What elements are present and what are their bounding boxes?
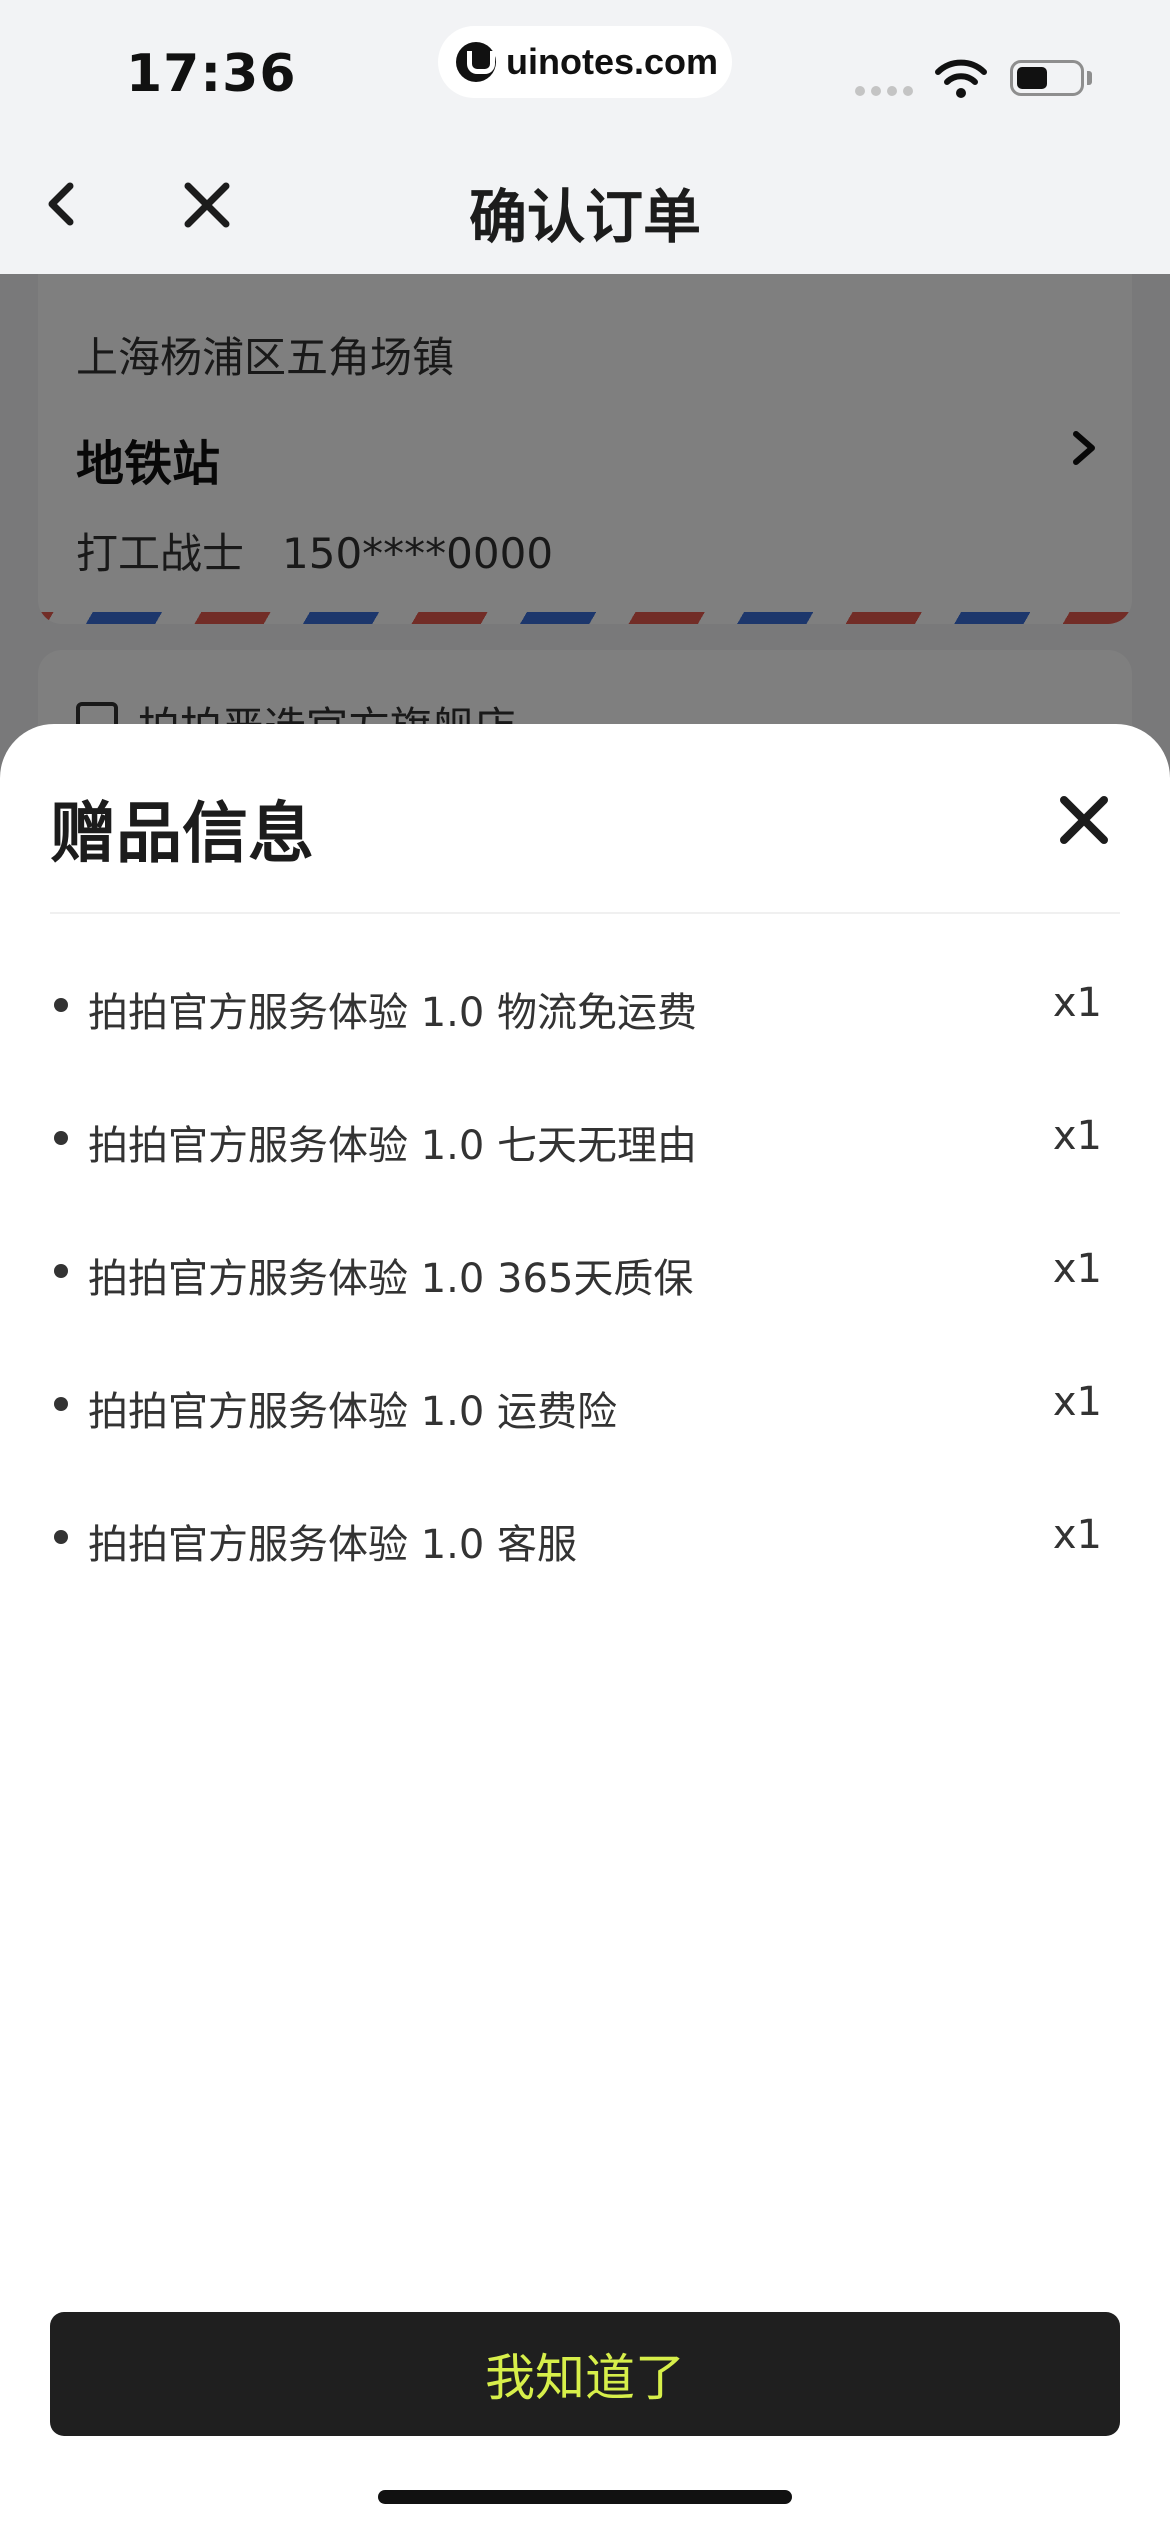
home-indicator[interactable] [378, 2490, 792, 2504]
bullet-icon [54, 1397, 68, 1411]
gift-item: 拍拍官方服务体验 1.0 客服 x1 [50, 1500, 1102, 1633]
sheet-title: 赠品信息 [50, 795, 314, 872]
close-icon[interactable] [1058, 794, 1110, 846]
watermark-text: uinotes.com [506, 41, 719, 82]
gift-quantity: x1 [1052, 1379, 1102, 1425]
wifi-icon [935, 59, 987, 98]
gift-name: 拍拍官方服务体验 1.0 运费险 [88, 1389, 618, 1435]
gift-name: 拍拍官方服务体验 1.0 365天质保 [88, 1256, 694, 1302]
gift-item: 拍拍官方服务体验 1.0 物流免运费 x1 [50, 968, 1102, 1101]
battery-cap [1087, 71, 1092, 85]
bullet-icon [54, 1264, 68, 1278]
watermark-logo-icon [456, 42, 496, 82]
bullet-icon [54, 1530, 68, 1544]
bullet-icon [54, 1131, 68, 1145]
nav-bar: 确认订单 [0, 140, 1170, 274]
signal-icon [855, 86, 913, 96]
status-bar: 17:36 uinotes.com [0, 0, 1170, 140]
gift-item: 拍拍官方服务体验 1.0 运费险 x1 [50, 1367, 1102, 1500]
divider [50, 912, 1120, 914]
gift-item: 拍拍官方服务体验 1.0 七天无理由 x1 [50, 1101, 1102, 1234]
bullet-icon [54, 998, 68, 1012]
gift-info-sheet: 赠品信息 拍拍官方服务体验 1.0 物流免运费 x1 拍拍官方服务体验 1.0 … [0, 724, 1170, 2532]
confirm-button-label: 我知道了 [485, 2350, 685, 2406]
gift-name: 拍拍官方服务体验 1.0 七天无理由 [88, 1123, 698, 1169]
gift-list: 拍拍官方服务体验 1.0 物流免运费 x1 拍拍官方服务体验 1.0 七天无理由… [50, 968, 1102, 1633]
gift-quantity: x1 [1052, 1246, 1102, 1292]
status-time: 17:36 [126, 44, 297, 104]
gift-quantity: x1 [1052, 1113, 1102, 1159]
gift-name: 拍拍官方服务体验 1.0 物流免运费 [88, 990, 698, 1036]
page-title: 确认订单 [468, 183, 701, 251]
watermark-badge: uinotes.com [438, 26, 732, 98]
battery-icon [1010, 60, 1084, 96]
gift-quantity: x1 [1052, 1512, 1102, 1558]
gift-name: 拍拍官方服务体验 1.0 客服 [88, 1522, 578, 1568]
confirm-button[interactable]: 我知道了 [50, 2312, 1120, 2436]
gift-item: 拍拍官方服务体验 1.0 365天质保 x1 [50, 1234, 1102, 1367]
gift-quantity: x1 [1052, 980, 1102, 1026]
